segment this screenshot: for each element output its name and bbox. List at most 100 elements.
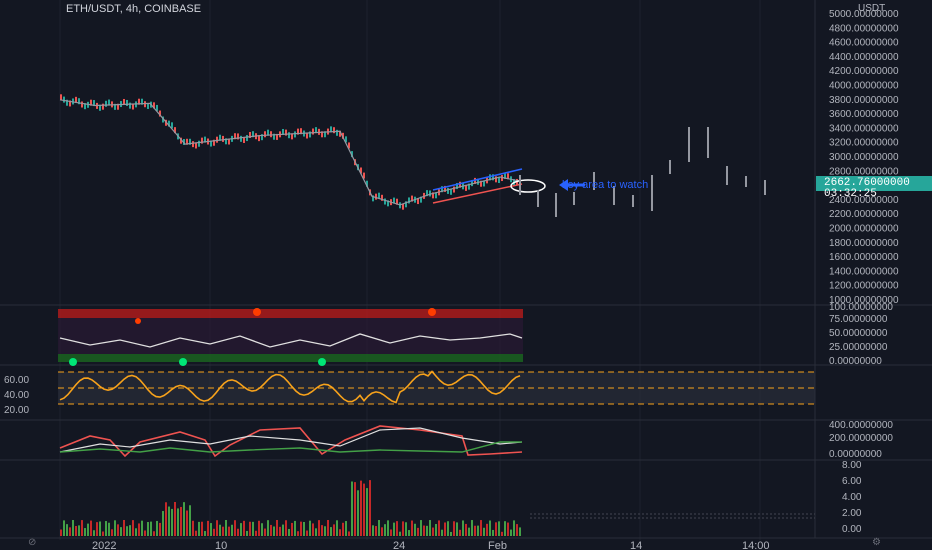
volume-bars xyxy=(60,480,521,536)
volume-bar xyxy=(309,520,311,536)
volume-bar xyxy=(153,531,155,536)
volume-bar xyxy=(75,525,77,536)
volume-bar xyxy=(198,521,200,536)
price-tick: 3800.00000000 xyxy=(829,95,899,106)
volume-bar xyxy=(357,490,359,536)
volume-bar xyxy=(498,521,500,536)
volume-bar xyxy=(297,531,299,536)
price-tick: 4200.00000000 xyxy=(829,66,899,77)
volume-bar xyxy=(366,488,368,536)
volume-bar xyxy=(471,520,473,536)
volume-bar xyxy=(279,526,281,536)
volume-bar xyxy=(219,524,221,536)
volume-bar xyxy=(147,522,149,536)
volume-bar xyxy=(84,528,86,536)
volume-bar xyxy=(519,527,521,536)
volume-bar xyxy=(360,480,362,536)
vol-levels xyxy=(530,513,815,519)
volume-bar xyxy=(453,521,455,536)
volume-bar xyxy=(99,521,101,536)
volume-bar xyxy=(66,524,68,536)
volume-tick: 4.00 xyxy=(842,492,862,503)
volume-bar xyxy=(363,483,365,536)
price-axis[interactable]: 5000.000000004800.000000004600.000000004… xyxy=(829,9,899,306)
volume-bar xyxy=(213,528,215,536)
volume-bar xyxy=(165,502,167,536)
price-tick: 2000.00000000 xyxy=(829,224,899,235)
volume-bar xyxy=(141,520,143,536)
volume-bar xyxy=(444,522,446,536)
volume-bar xyxy=(96,522,98,536)
volume-bar xyxy=(399,531,401,536)
key-area-label: key area to watch xyxy=(562,179,649,191)
volume-bar xyxy=(180,506,182,536)
time-tick: 14:00 xyxy=(742,540,770,550)
symbol-title[interactable]: ETH/USDT, 4h, COINBASE xyxy=(66,3,201,15)
volume-bar xyxy=(117,524,119,536)
osc1-tick: 25.00000000 xyxy=(829,342,888,353)
volume-bar xyxy=(462,520,464,536)
candle xyxy=(144,101,146,108)
volume-bar xyxy=(381,527,383,536)
time-axis[interactable]: 2022 10 24 Feb 14 14:00 xyxy=(92,540,770,550)
volume-bar xyxy=(282,524,284,536)
volume-bar xyxy=(228,526,230,536)
volume-bar xyxy=(183,502,185,536)
volume-bar xyxy=(111,529,113,536)
volume-bar xyxy=(348,531,350,536)
volume-bar xyxy=(120,527,122,536)
reset-icon[interactable]: ⊘ xyxy=(28,537,36,548)
price-tick: 1200.00000000 xyxy=(829,281,899,292)
price-tick: 4400.00000000 xyxy=(829,52,899,63)
candle xyxy=(81,101,83,108)
volume-bar xyxy=(495,522,497,536)
candle xyxy=(63,96,65,103)
volume-bar xyxy=(300,521,302,536)
current-price-badge: 2662.76000000 03:32:25 xyxy=(816,176,932,200)
pane-separators[interactable] xyxy=(0,0,932,539)
volume-bar xyxy=(447,521,449,536)
volume-bar xyxy=(375,526,377,536)
candle xyxy=(336,129,338,136)
osc3-tick: 0.00000000 xyxy=(829,449,882,460)
volume-bar xyxy=(72,520,74,536)
candle xyxy=(270,131,272,138)
volume-bar xyxy=(156,520,158,536)
volume-bar xyxy=(378,520,380,536)
volume-bar xyxy=(489,520,491,536)
volume-bar xyxy=(474,525,476,536)
candle xyxy=(384,198,386,205)
volume-bar xyxy=(369,480,371,536)
volume-bar xyxy=(78,525,80,536)
volume-bar xyxy=(351,481,353,536)
volume-bar xyxy=(150,521,152,536)
osc1-tick: 50.00000000 xyxy=(829,328,888,339)
osc1-tick: 0.00000000 xyxy=(829,356,882,367)
candle xyxy=(240,135,242,142)
price-tick: 3000.00000000 xyxy=(829,152,899,163)
volume-tick: 2.00 xyxy=(842,508,862,519)
volume-bar xyxy=(420,520,422,536)
volume-bar xyxy=(144,530,146,536)
candle xyxy=(198,140,200,147)
settings-icon[interactable]: ⚙ xyxy=(872,537,881,548)
volume-bar xyxy=(372,525,374,536)
candle xyxy=(312,128,314,135)
volume-bar xyxy=(312,523,314,536)
volume-bar xyxy=(246,530,248,536)
volume-bar xyxy=(159,522,161,536)
volume-bar xyxy=(330,527,332,536)
volume-bar xyxy=(315,528,317,536)
volume-bar xyxy=(126,526,128,536)
volume-bar xyxy=(231,524,233,536)
volume-bar xyxy=(306,530,308,536)
volume-bar xyxy=(234,520,236,536)
volume-bar xyxy=(333,524,335,536)
chart-canvas[interactable]: 5000.000000004800.000000004600.000000004… xyxy=(0,0,932,550)
volume-bar xyxy=(342,522,344,536)
volume-bar xyxy=(87,523,89,536)
candle xyxy=(126,99,128,106)
time-tick: 10 xyxy=(215,540,227,550)
volume-bar xyxy=(114,520,116,536)
volume-bar xyxy=(423,525,425,536)
